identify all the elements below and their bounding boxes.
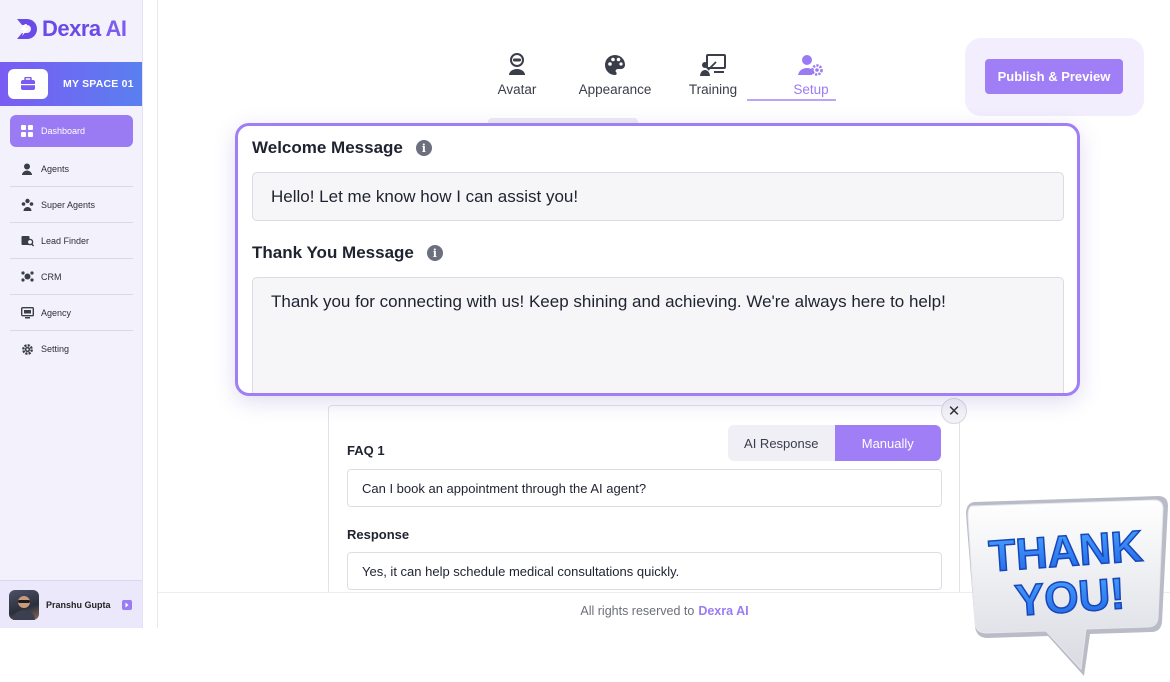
- dexra-logo-icon: [17, 19, 37, 39]
- publish-panel: Publish & Preview: [965, 38, 1144, 116]
- faq-response-input[interactable]: Yes, it can help schedule medical consul…: [347, 552, 942, 590]
- sidebar-item-label: Lead Finder: [41, 235, 90, 246]
- publish-preview-button[interactable]: Publish & Preview: [985, 59, 1123, 94]
- sidebar-item-super-agents[interactable]: Super Agents: [10, 187, 133, 223]
- training-icon: [700, 54, 726, 76]
- sidebar-item-agency[interactable]: Agency: [10, 295, 133, 331]
- thank-you-message-textarea[interactable]: Thank you for connecting with us! Keep s…: [252, 277, 1064, 393]
- info-icon[interactable]: i: [426, 245, 443, 261]
- tab-setup[interactable]: Setup: [762, 50, 860, 97]
- tab-training[interactable]: Training: [664, 50, 762, 97]
- sidebar-item-label: CRM: [41, 271, 62, 282]
- chevron-right-icon[interactable]: [122, 599, 132, 610]
- sidebar-item-label: Agents: [41, 163, 70, 174]
- sidebar-item-label: Agency: [41, 307, 72, 318]
- sidebar-nav: Dashboard Agents Super Agents Lead Finde…: [10, 115, 133, 367]
- welcome-message-label: Welcome Message i: [252, 138, 432, 158]
- welcome-message-input[interactable]: Hello! Let me know how I can assist you!: [252, 172, 1064, 221]
- faq-card: AI Response Manually FAQ 1 Can I book an…: [328, 405, 960, 595]
- tab-label: Setup: [793, 82, 829, 97]
- user-gear-icon: [798, 55, 823, 76]
- tab-label: Avatar: [497, 82, 537, 97]
- ai-response-option[interactable]: AI Response: [728, 425, 835, 461]
- sidebar-item-setting[interactable]: Setting: [10, 331, 133, 367]
- agency-icon: [20, 306, 34, 320]
- avatar: [9, 589, 39, 620]
- super-agents-icon: [20, 198, 34, 212]
- setup-tabs: Avatar Appearance Training Setup: [468, 50, 860, 97]
- briefcase-icon: [8, 69, 48, 99]
- faq-question-label: FAQ 1: [347, 443, 385, 458]
- grid-icon: [20, 124, 34, 138]
- brand-logo[interactable]: Dexra AI: [14, 16, 127, 42]
- response-mode-toggle: AI Response Manually: [728, 425, 941, 461]
- manually-option[interactable]: Manually: [834, 425, 941, 461]
- you-text: YOU!: [1013, 569, 1126, 626]
- sidebar-item-crm[interactable]: CRM: [10, 259, 133, 295]
- sidebar: Dexra AI MY SPACE 01 Dashboard Agents Su…: [0, 0, 143, 628]
- avatar-icon: [509, 53, 525, 75]
- brand-name: Dexra AI: [42, 16, 127, 41]
- tab-label: Training: [688, 82, 738, 97]
- user-profile[interactable]: Pranshu Gupta: [0, 580, 142, 628]
- sidebar-item-label: Setting: [41, 344, 70, 354]
- info-icon[interactable]: i: [415, 140, 432, 156]
- workspace-label: MY SPACE 01: [63, 78, 134, 90]
- thank-you-message-label: Thank You Message i: [252, 243, 443, 263]
- faq-question-input[interactable]: Can I book an appointment through the AI…: [347, 469, 942, 507]
- sidebar-item-lead-finder[interactable]: Lead Finder: [10, 223, 133, 259]
- agent-icon: [20, 162, 34, 176]
- workspace-selector[interactable]: MY SPACE 01: [0, 62, 142, 106]
- app-window: Dexra AI MY SPACE 01 Dashboard Agents Su…: [0, 0, 1170, 682]
- sidebar-item-label: Dashboard: [41, 126, 86, 136]
- lead-finder-icon: [20, 234, 34, 248]
- faq-response-label: Response: [347, 527, 410, 542]
- tab-label: Appearance: [578, 82, 652, 97]
- active-tab-indicator: [747, 99, 836, 101]
- message-settings-card: Welcome Message i Hello! Let me know how…: [235, 123, 1080, 396]
- user-name: Pranshu Gupta: [46, 599, 111, 610]
- palette-icon: [605, 55, 625, 75]
- sidebar-item-agents[interactable]: Agents: [10, 151, 133, 187]
- footer-brand-link[interactable]: Dexra AI: [698, 604, 748, 618]
- sidebar-item-dashboard[interactable]: Dashboard: [10, 115, 133, 147]
- gear-icon: [20, 342, 34, 356]
- tab-avatar[interactable]: Avatar: [468, 50, 566, 97]
- thank-you-sticker: THANK YOU!: [962, 494, 1170, 682]
- close-icon[interactable]: ✕: [941, 398, 967, 424]
- footer-text: All rights reserved to: [580, 603, 695, 618]
- crm-icon: [20, 270, 34, 284]
- sidebar-item-label: Super Agents: [41, 199, 96, 210]
- tab-appearance[interactable]: Appearance: [566, 50, 664, 97]
